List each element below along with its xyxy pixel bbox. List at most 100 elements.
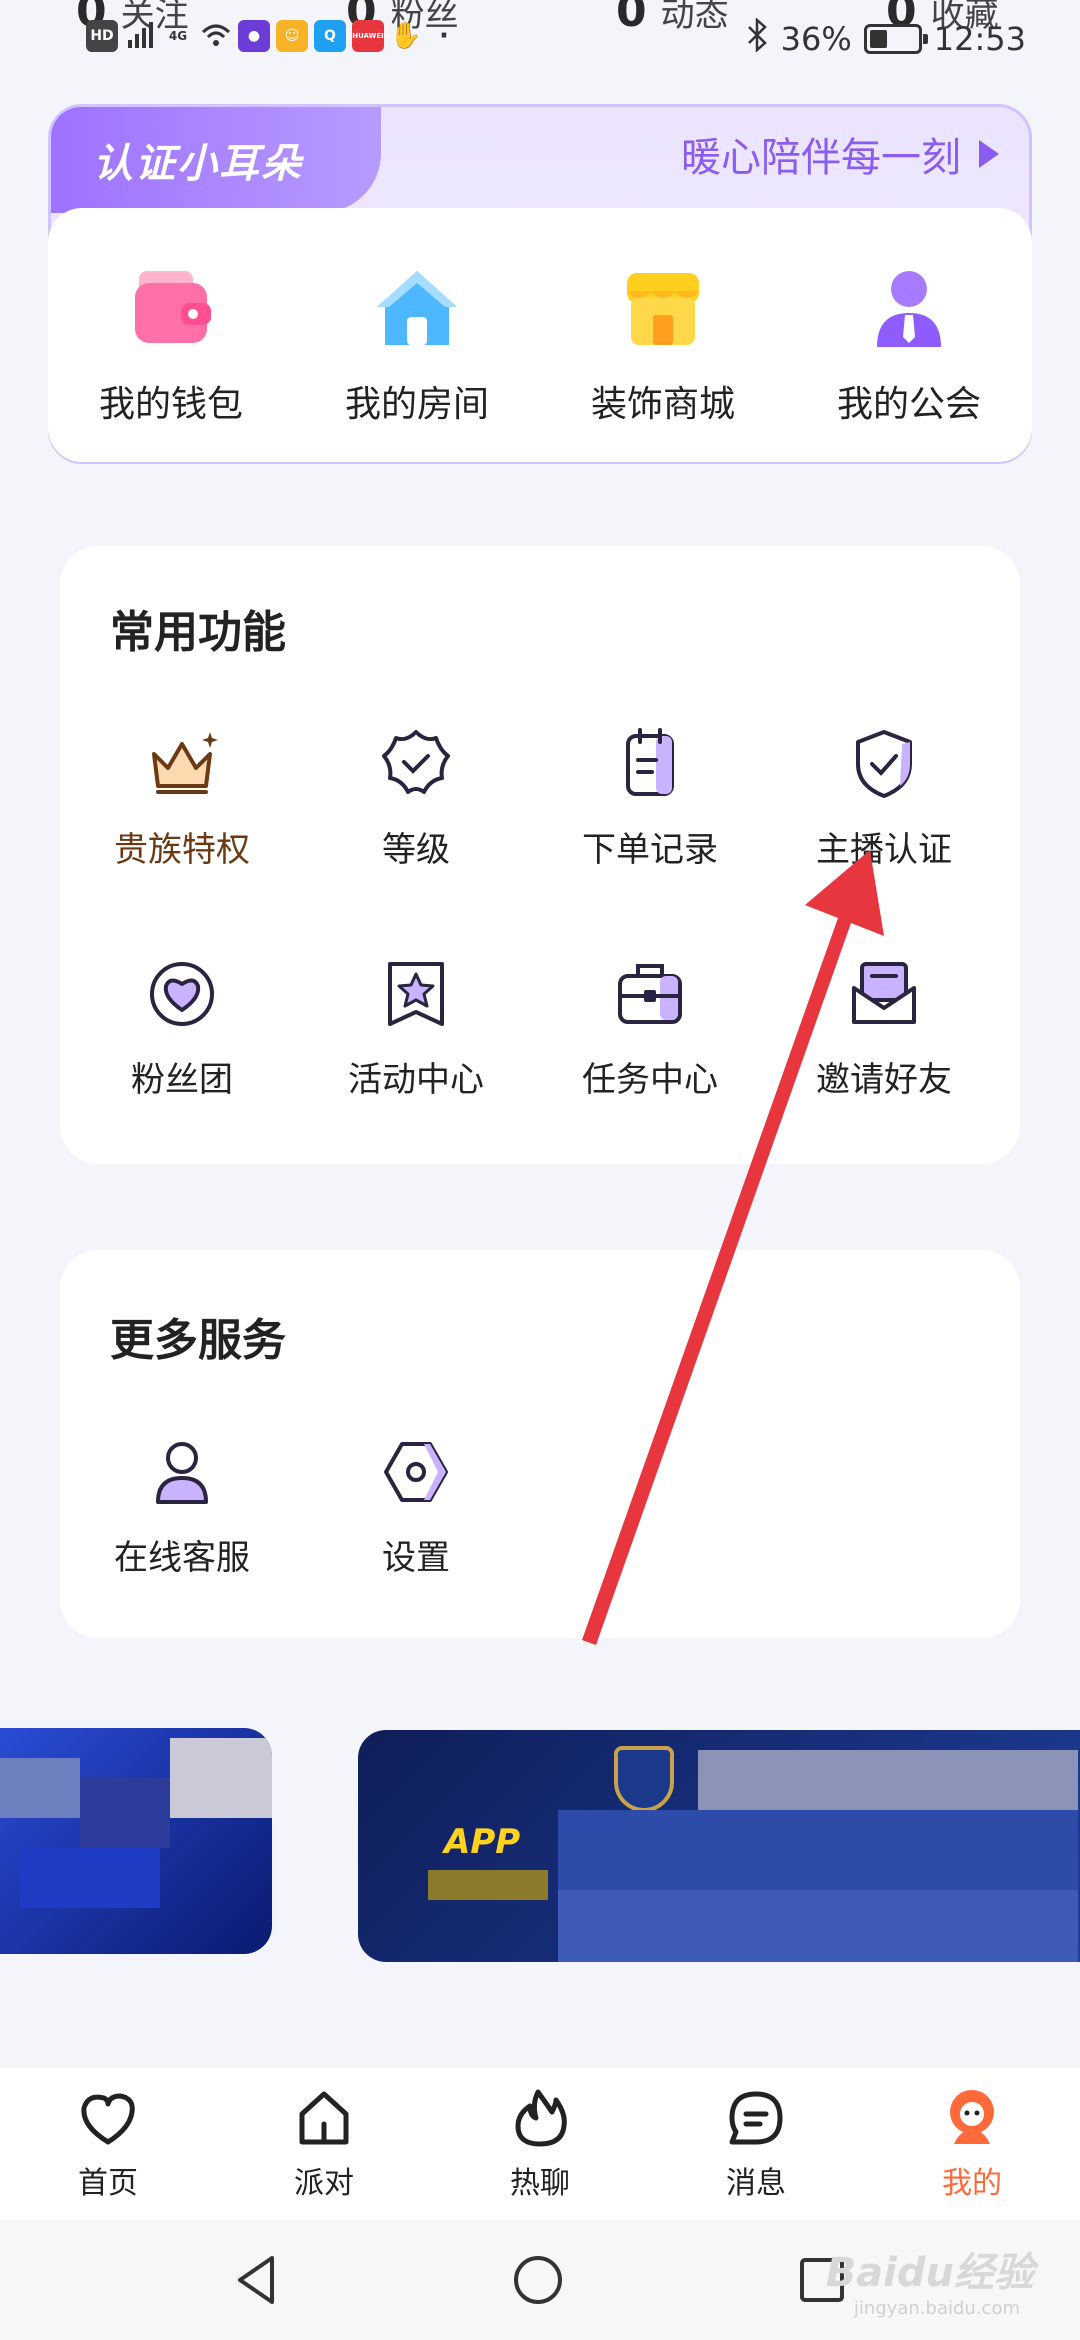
tile-wallet[interactable]: 我的钱包 xyxy=(71,261,271,427)
tile-label: 装饰商城 xyxy=(590,384,735,425)
service-label: 设置 xyxy=(382,1538,450,1578)
huawei-icon: HUAWEI xyxy=(352,20,384,52)
watermark-url: jingyan.baidu.com xyxy=(853,2298,1020,2319)
ad-banner-left[interactable] xyxy=(0,1728,272,1954)
function-level[interactable]: 等级 xyxy=(316,726,516,871)
function-label: 下单记录 xyxy=(582,830,718,870)
heart-outline-icon xyxy=(81,2093,135,2145)
pixel-block xyxy=(0,1758,80,1818)
flame-icon xyxy=(515,2089,567,2147)
function-label: 任务中心 xyxy=(582,1060,718,1100)
wallet-icon xyxy=(123,261,219,357)
battery-percent: 36% xyxy=(780,20,852,58)
nav-home[interactable]: 首页 xyxy=(28,2086,188,2202)
badge-icon xyxy=(382,730,450,794)
nav-label: 消息 xyxy=(726,2166,786,2201)
more-services-card: 更多服务 在线客服 设置 xyxy=(60,1250,1020,1638)
function-activity-center[interactable]: 活动中心 xyxy=(316,956,516,1101)
shop-icon xyxy=(615,261,711,357)
house-icon xyxy=(369,261,465,357)
network-type: 4G xyxy=(168,29,188,43)
app-face-icon: ☺ xyxy=(276,20,308,52)
tile-guild[interactable]: 我的公会 xyxy=(809,261,1009,427)
hd-icon: HD xyxy=(86,20,118,52)
section-title: 更多服务 xyxy=(110,1315,286,1366)
function-task-center[interactable]: 任务中心 xyxy=(550,956,750,1101)
tile-label: 我的钱包 xyxy=(98,384,243,425)
bottom-nav: 首页 派对 热聊 消息 我的 xyxy=(0,2068,1080,2220)
battery-icon xyxy=(863,24,928,54)
pixel-block xyxy=(170,1738,272,1818)
home-outline-icon xyxy=(299,2091,349,2145)
function-label: 活动中心 xyxy=(348,1060,484,1100)
nav-mine[interactable]: 我的 xyxy=(892,2086,1052,2202)
envelope-icon xyxy=(852,962,916,1024)
service-label: 在线客服 xyxy=(114,1538,250,1578)
star-tag-icon xyxy=(388,962,444,1026)
back-triangle-icon[interactable] xyxy=(232,2252,280,2308)
app-search-icon: Q xyxy=(314,20,346,52)
more-dots-icon: · xyxy=(439,21,449,51)
person-icon xyxy=(156,1442,208,1504)
stat-posts[interactable]: 0 动态 xyxy=(616,0,729,37)
shield-check-icon xyxy=(856,730,912,798)
home-circle-icon[interactable] xyxy=(510,2252,566,2308)
guild-icon xyxy=(861,261,957,357)
clipboard-icon xyxy=(626,728,674,796)
chat-bubble-icon xyxy=(729,2091,783,2145)
heart-circle-icon xyxy=(150,962,214,1026)
nav-label: 派对 xyxy=(294,2166,354,2201)
section-title: 常用功能 xyxy=(110,607,286,658)
quick-access-card: 我的钱包 我的房间 装饰商城 我的公会 xyxy=(48,208,1032,462)
nav-hot-chat[interactable]: 热聊 xyxy=(460,2086,620,2202)
pixel-block xyxy=(558,1810,1078,1890)
signal-icon xyxy=(124,20,156,52)
ad-shield-logo-icon xyxy=(614,1746,674,1812)
function-fan-club[interactable]: 粉丝团 xyxy=(82,956,282,1101)
pixel-block xyxy=(80,1778,170,1848)
function-label: 邀请好友 xyxy=(816,1060,952,1100)
stat-label: 动态 xyxy=(660,0,729,35)
battery-fill xyxy=(869,30,887,48)
wifi-icon xyxy=(200,20,232,52)
status-bar-right: 36% 12:53 xyxy=(745,17,1026,60)
function-noble[interactable]: 贵族特权 xyxy=(82,726,282,871)
crown-icon xyxy=(152,732,218,794)
gesture-icon: ✋ xyxy=(389,21,423,51)
service-online-support[interactable]: 在线客服 xyxy=(82,1434,282,1579)
tile-label: 我的公会 xyxy=(836,384,981,425)
function-label: 主播认证 xyxy=(816,830,952,870)
nav-messages[interactable]: 消息 xyxy=(676,2086,836,2202)
tile-label: 我的房间 xyxy=(344,384,489,425)
pixel-block xyxy=(698,1750,1078,1810)
banner-tag: 认证小耳朵 xyxy=(51,107,381,213)
ad-banner-right[interactable]: APP xyxy=(358,1730,1080,1962)
service-settings[interactable]: 设置 xyxy=(316,1434,516,1579)
nav-party[interactable]: 派对 xyxy=(244,2086,404,2202)
banner-slogan[interactable]: 暖心陪伴每一刻 xyxy=(681,125,999,183)
function-order-history[interactable]: 下单记录 xyxy=(550,726,750,871)
pixel-block xyxy=(558,1890,1078,1962)
function-label: 贵族特权 xyxy=(114,830,250,870)
settings-hex-icon xyxy=(384,1442,448,1502)
ad-text: APP xyxy=(444,1822,521,1862)
tile-shop[interactable]: 装饰商城 xyxy=(563,261,763,427)
function-label: 等级 xyxy=(382,830,450,870)
nav-label: 我的 xyxy=(942,2166,1002,2201)
banner-slogan-text: 暖心陪伴每一刻 xyxy=(681,135,961,181)
play-arrow-icon xyxy=(979,140,999,168)
stat-count: 0 xyxy=(616,0,647,37)
app-penguin-icon: ● xyxy=(238,20,270,52)
function-invite-friends[interactable]: 邀请好友 xyxy=(784,956,984,1101)
function-streamer-certification[interactable]: 主播认证 xyxy=(784,726,984,871)
status-time: 12:53 xyxy=(933,20,1026,58)
common-functions-card: 常用功能 贵族特权 等级 下单记录 主播认证 粉丝团 活动中心 任务中心 邀请好… xyxy=(60,546,1020,1164)
toolbox-icon xyxy=(618,964,682,1024)
nav-label: 热聊 xyxy=(510,2166,570,2201)
function-label: 粉丝团 xyxy=(131,1060,233,1100)
profile-mascot-icon xyxy=(950,2090,994,2144)
bluetooth-icon xyxy=(745,17,769,60)
tile-room[interactable]: 我的房间 xyxy=(317,261,517,427)
watermark-logo: Baidu经验 xyxy=(825,2250,1034,2296)
status-bar-left: HD 4G ● ☺ Q HUAWEI ✋ · xyxy=(86,20,460,52)
